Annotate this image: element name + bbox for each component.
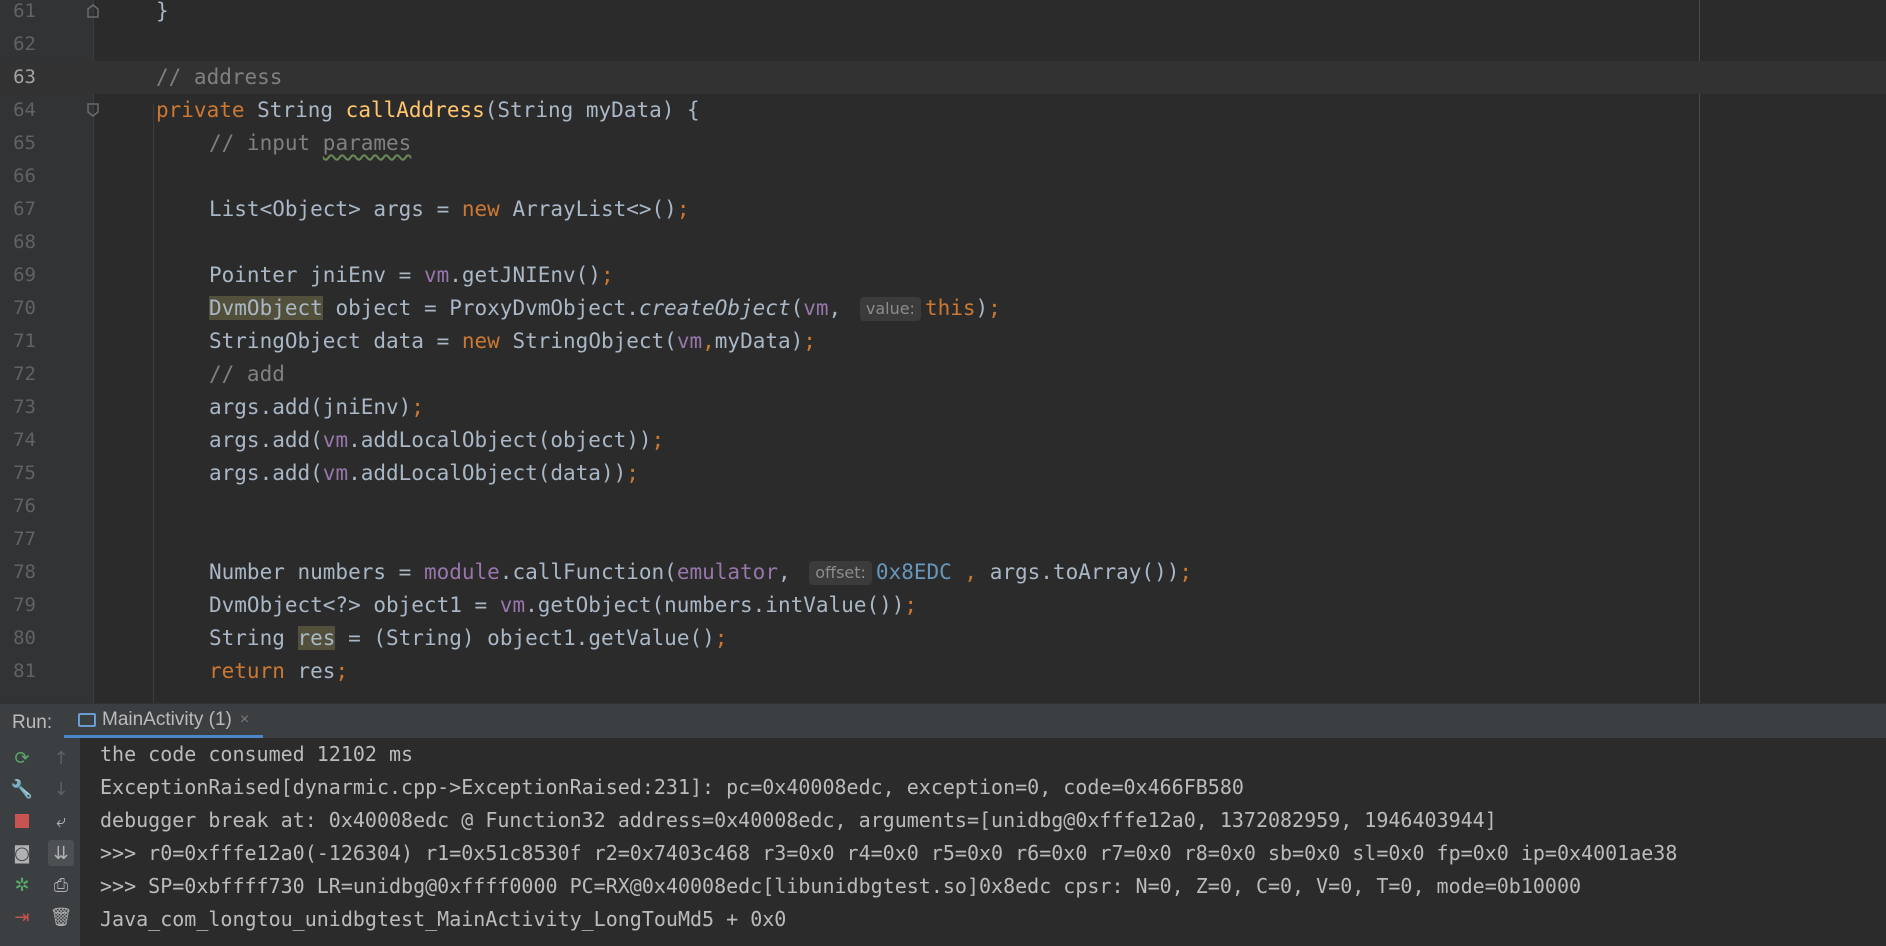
stop-icon[interactable] [9, 808, 35, 834]
line-number: 69 [13, 264, 36, 286]
code-line[interactable]: 65 // input parames [0, 127, 1886, 160]
parameter-hint: value: [859, 297, 921, 321]
code-line[interactable]: 68 [0, 226, 1886, 259]
fold-end-icon[interactable] [86, 3, 100, 19]
line-number: 79 [13, 594, 36, 616]
run-tab-mainactivity[interactable]: MainActivity (1) × [64, 704, 264, 738]
typo-warning: parames [322, 131, 412, 155]
code-line[interactable]: 67 List<Object> args = new ArrayList<>()… [0, 193, 1886, 226]
debug-gear-icon[interactable]: ✲ [9, 872, 35, 898]
code-text: Number numbers = module.callFunction(emu… [209, 560, 1193, 585]
code-text: Pointer jniEnv = vm.getJNIEnv(); [209, 263, 614, 287]
code-line[interactable]: 66 [0, 160, 1886, 193]
rerun-icon[interactable]: ⟳ [9, 745, 35, 771]
code-text: return res; [209, 659, 349, 683]
code-text: DvmObject object = ProxyDvmObject.create… [209, 296, 1001, 321]
soft-wrap-icon[interactable]: ⤶ [48, 808, 74, 834]
camera-icon[interactable]: ◙ [9, 840, 35, 866]
code-text: DvmObject<?> object1 = vm.getObject(numb… [209, 593, 918, 617]
code-editor[interactable]: 61 } 62 63 // address 64 private String … [0, 0, 1886, 703]
print-icon[interactable]: ⎙ [48, 872, 74, 898]
code-text: args.add(vm.addLocalObject(object)); [209, 428, 665, 452]
code-text: StringObject data = new StringObject(vm,… [209, 329, 816, 353]
trash-icon[interactable]: 🗑 [48, 904, 74, 930]
code-line[interactable]: 77 [0, 523, 1886, 556]
wrench-icon[interactable]: 🔧 [9, 776, 35, 802]
usage-highlight: res [297, 626, 336, 650]
line-number: 66 [13, 165, 36, 187]
run-toolbar: ⟳ ↑ 🔧 ↓ ⤶ ◙ ⇊ ✲ ⎙ ⇥ 🗑 [0, 738, 80, 946]
line-number: 74 [13, 429, 36, 451]
console-line: >>> SP=0xbffff730 LR=unidbg@0xffff0000 P… [100, 874, 1582, 898]
console-output[interactable]: the code consumed 12102 ms ExceptionRais… [80, 738, 1886, 946]
usage-highlight: DvmObject [209, 296, 323, 320]
code-line[interactable]: 81 return res; [0, 655, 1886, 688]
code-line[interactable]: 78 Number numbers = module.callFunction(… [0, 556, 1886, 589]
line-number: 72 [13, 363, 36, 385]
line-number: 71 [13, 330, 36, 352]
line-number: 77 [13, 528, 36, 550]
line-number: 63 [13, 66, 36, 88]
console-line: debugger break at: 0x40008edc @ Function… [100, 808, 1497, 832]
run-tab-title: MainActivity (1) [102, 708, 232, 730]
line-number: 62 [13, 33, 36, 55]
up-arrow-icon[interactable]: ↑ [48, 745, 74, 771]
scroll-to-end-icon[interactable]: ⇊ [48, 840, 74, 866]
down-arrow-icon[interactable]: ↓ [48, 776, 74, 802]
line-number: 76 [13, 495, 36, 517]
exit-icon[interactable]: ⇥ [9, 904, 35, 930]
line-number: 61 [13, 0, 36, 22]
line-number: 67 [13, 198, 36, 220]
close-icon[interactable]: × [240, 711, 249, 729]
code-text: args.add(vm.addLocalObject(data)); [209, 461, 639, 485]
line-number: 73 [13, 396, 36, 418]
code-line[interactable]: 76 [0, 490, 1886, 523]
line-number: 68 [13, 231, 36, 253]
code-line[interactable]: 79 DvmObject<?> object1 = vm.getObject(n… [0, 589, 1886, 622]
code-line[interactable]: 69 Pointer jniEnv = vm.getJNIEnv(); [0, 259, 1886, 292]
line-number: 65 [13, 132, 36, 154]
line-number: 75 [13, 462, 36, 484]
line-number: 81 [13, 660, 36, 682]
code-text: private String callAddress(String myData… [156, 98, 700, 122]
console-line: the code consumed 12102 ms [100, 742, 414, 766]
code-line-current[interactable]: 63 // address [0, 61, 1886, 94]
code-line[interactable]: 62 [0, 28, 1886, 61]
code-line[interactable]: 73 args.add(jniEnv); [0, 391, 1886, 424]
code-line[interactable]: 64 private String callAddress(String myD… [0, 94, 1886, 127]
console-line: ExceptionRaised[dynarmic.cpp->ExceptionR… [100, 775, 1244, 799]
line-number: 64 [13, 99, 36, 121]
code-text: // address [156, 65, 283, 89]
code-text: } [156, 0, 169, 23]
code-text: String res = (String) object1.getValue()… [209, 626, 728, 650]
code-line[interactable]: 72 // add [0, 358, 1886, 391]
run-panel-header: Run: MainActivity (1) × [0, 703, 1886, 738]
code-text: args.add(jniEnv); [209, 395, 424, 419]
line-number: 70 [13, 297, 36, 319]
code-line[interactable]: 71 StringObject data = new StringObject(… [0, 325, 1886, 358]
code-line[interactable]: 61 } [0, 0, 1886, 28]
code-line[interactable]: 75 args.add(vm.addLocalObject(data)); [0, 457, 1886, 490]
code-line[interactable]: 80 String res = (String) object1.getValu… [0, 622, 1886, 655]
parameter-hint: offset: [809, 561, 872, 585]
code-text: // input parames [209, 131, 412, 155]
line-number: 80 [13, 627, 36, 649]
fold-start-icon[interactable] [86, 102, 100, 118]
console-icon [78, 712, 96, 727]
code-line[interactable]: 74 args.add(vm.addLocalObject(object)); [0, 424, 1886, 457]
line-number: 78 [13, 561, 36, 583]
code-text: List<Object> args = new ArrayList<>(); [209, 197, 690, 221]
run-label: Run: [12, 712, 53, 733]
code-text: // add [209, 362, 285, 386]
code-line[interactable]: 70 DvmObject object = ProxyDvmObject.cre… [0, 292, 1886, 325]
console-line: >>> r0=0xfffe12a0(-126304) r1=0x51c8530f… [100, 841, 1678, 865]
console-line: Java_com_longtou_unidbgtest_MainActivity… [100, 907, 787, 931]
